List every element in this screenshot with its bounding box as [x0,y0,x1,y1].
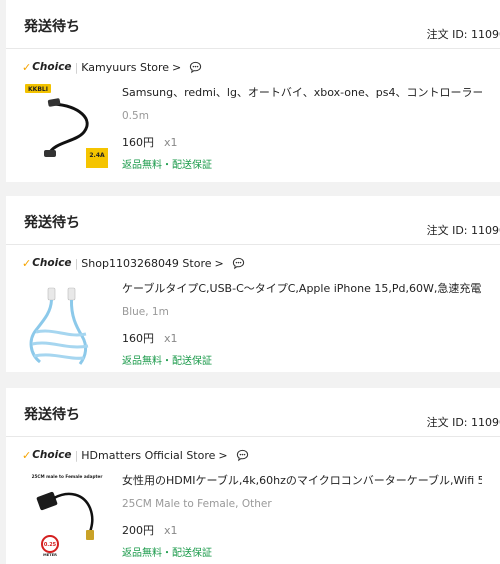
choice-label: Choice [32,61,72,73]
thumb-badge-unit: METER [43,553,57,557]
store-row[interactable]: ✓ Choice | Kamyuurs Store > [22,58,202,76]
store-name-link[interactable]: HDmatters Official Store [81,449,215,462]
store-name-link[interactable]: Shop1103268049 Store [81,257,211,270]
product-title[interactable]: Samsung、redmi、lg、オートバイ、xbox-one、ps4、コントロ… [122,84,482,100]
store-row[interactable]: ✓ Choice | Shop1103268049 Store > [22,254,245,272]
product-variant: 0.5m [122,110,149,122]
product-title[interactable]: 女性用のHDMIケーブル,4k,60hzのマイクロコンバーターケーブル,Wifi… [122,472,482,488]
order-header: 発送待ち 注文 ID: 11090 [6,196,500,245]
chat-icon[interactable] [236,449,249,462]
product-row[interactable]: KKBLI 2.4A Samsung、redmi、lg、オートバイ、xbox-o… [24,84,500,174]
product-price: 200円 [122,524,154,537]
choice-badge: ✓ Choice [22,257,72,270]
chevron-right-icon[interactable]: > [172,61,181,74]
divider: | [74,448,79,462]
choice-label: Choice [32,449,72,461]
thumb-caption: 25CM male to Female adapter [32,474,104,479]
store-name-link[interactable]: Kamyuurs Store [81,61,169,74]
product-thumbnail[interactable] [24,280,110,366]
product-price: 160円 [122,332,154,345]
service-tag: 返品無料・配送保証 [122,356,212,367]
order-id: 注文 ID: 11090 [426,416,500,429]
chevron-right-icon[interactable]: > [218,449,227,462]
order-card: 発送待ち 注文 ID: 11090 ✓ Choice | Kamyuurs Sto… [6,0,500,182]
order-card: 発送待ち 注文 ID: 11090 ✓ Choice | Shop11032680… [6,196,500,372]
divider: | [74,60,79,74]
order-id: 注文 ID: 11090 [426,28,500,41]
product-title[interactable]: ケーブルタイプC,USB-C〜タイプC,Apple iPhone 15,Pd,6… [122,280,482,296]
store-row[interactable]: ✓ Choice | HDmatters Official Store > [22,446,249,464]
order-card: 発送待ち 注文 ID: 11090 ✓ Choice | HDmatters Of… [6,388,500,564]
order-header: 発送待ち 注文 ID: 11090 [6,0,500,49]
chevron-right-icon[interactable]: > [215,257,224,270]
product-variant: 25CM Male to Female, Other [122,498,272,510]
product-price: 160円 [122,136,154,149]
choice-badge: ✓ Choice [22,449,72,462]
thumb-badge-text: 0.25 [44,542,57,548]
product-qty: x1 [164,332,178,345]
divider: | [74,256,79,270]
product-price-row: 160円 x1 [122,330,178,346]
chat-icon[interactable] [189,61,202,74]
choice-badge: ✓ Choice [22,61,72,74]
product-variant: Blue, 1m [122,306,169,318]
chat-icon[interactable] [232,257,245,270]
order-status: 発送待ち [24,19,80,35]
product-price-row: 160円 x1 [122,134,178,150]
product-row[interactable]: 25CM male to Female adapter 0.25 METER 女… [24,472,500,562]
product-thumbnail[interactable]: KKBLI 2.4A [24,84,110,170]
product-thumbnail[interactable]: 25CM male to Female adapter 0.25 METER [24,472,110,558]
order-id: 注文 ID: 11090 [426,224,500,237]
product-qty: x1 [164,136,178,149]
service-tag: 返品無料・配送保証 [122,548,212,559]
order-status: 発送待ち [24,215,80,231]
service-tag: 返品無料・配送保証 [122,160,212,171]
check-icon: ✓ [22,60,32,74]
check-icon: ✓ [22,256,32,270]
thumb-badge-text: 2.4A [89,152,105,159]
choice-label: Choice [32,257,72,269]
product-row[interactable]: ケーブルタイプC,USB-C〜タイプC,Apple iPhone 15,Pd,6… [24,280,500,370]
product-qty: x1 [164,524,178,537]
check-icon: ✓ [22,448,32,462]
order-header: 発送待ち 注文 ID: 11090 [6,388,500,437]
brand-logo: KKBLI [28,86,48,93]
order-status: 発送待ち [24,407,80,423]
product-price-row: 200円 x1 [122,522,178,538]
